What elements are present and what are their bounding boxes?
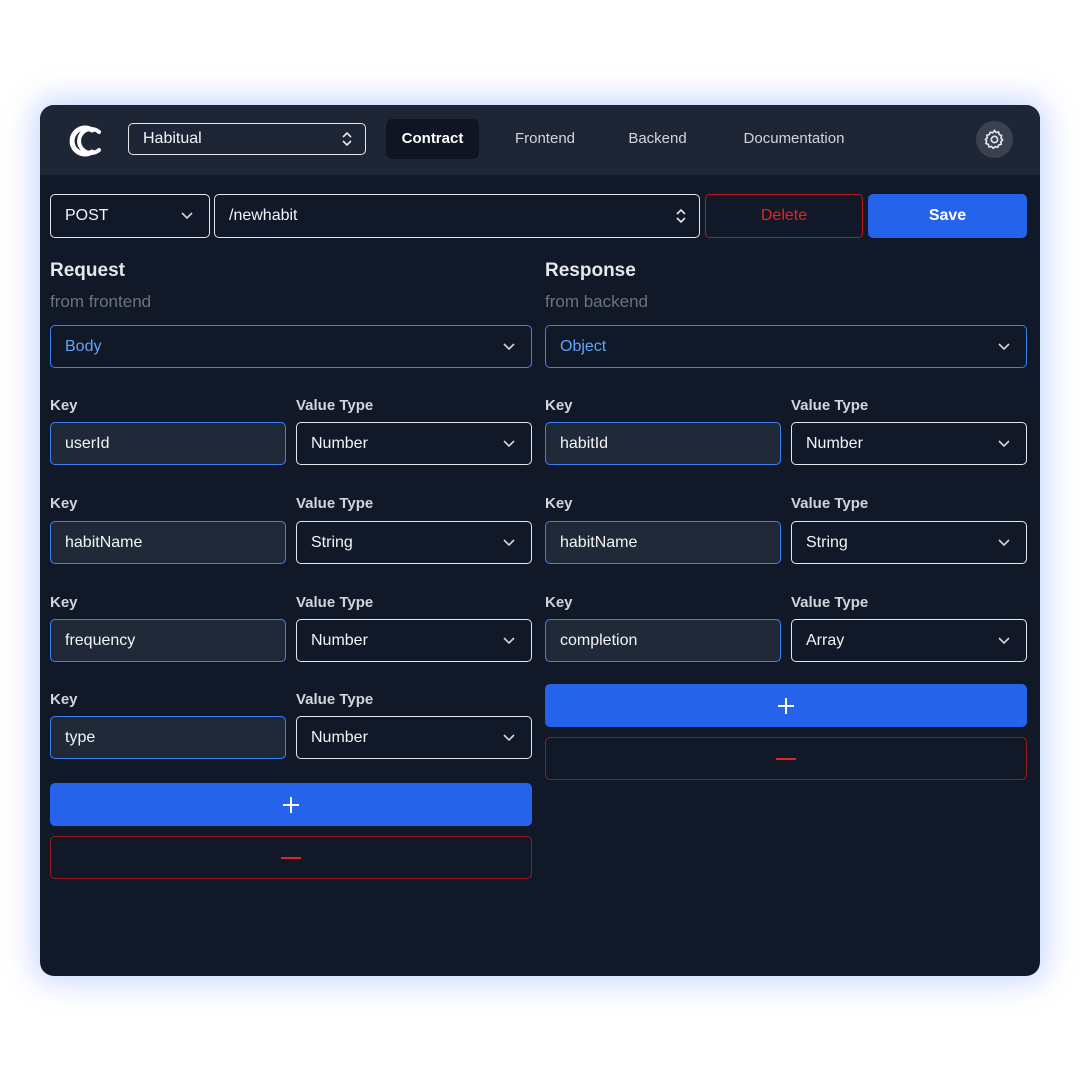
app-window: Habitual Contract Frontend Backend Docum… <box>40 105 1040 976</box>
tab-frontend[interactable]: Frontend <box>495 119 595 159</box>
request-key-input[interactable]: habitName <box>50 521 286 564</box>
request-type-label: Value Type <box>296 594 374 611</box>
response-type-label: Value Type <box>791 594 869 611</box>
request-key-label: Key <box>50 495 78 512</box>
request-key-label: Key <box>50 594 78 611</box>
endpoint-path-value: /newhabit <box>229 207 298 224</box>
tab-documentation[interactable]: Documentation <box>724 119 864 159</box>
chevron-down-icon <box>998 439 1010 447</box>
settings-button[interactable] <box>976 121 1013 158</box>
request-location-value: Body <box>65 338 102 355</box>
endpoint-path-select[interactable]: /newhabit <box>214 194 700 238</box>
request-key-input[interactable]: frequency <box>50 619 286 662</box>
request-type-value: Number <box>311 435 368 452</box>
request-subtitle: from frontend <box>50 292 152 311</box>
request-type-label: Value Type <box>296 691 374 708</box>
method-select-value: POST <box>65 207 109 224</box>
response-type-value: Number <box>806 435 863 452</box>
request-type-value: String <box>311 534 353 551</box>
response-location-select[interactable]: Object <box>545 325 1027 368</box>
request-key-input[interactable]: userId <box>50 422 286 465</box>
response-location-value: Object <box>560 338 607 355</box>
gear-icon <box>984 129 1004 150</box>
response-key-input[interactable]: habitName <box>545 521 781 564</box>
request-type-label: Value Type <box>296 495 374 512</box>
response-remove-field-button[interactable] <box>545 737 1027 780</box>
response-type-select[interactable]: Number <box>791 422 1027 465</box>
chevron-down-icon <box>503 636 515 644</box>
response-type-value: String <box>806 534 848 551</box>
method-select[interactable]: POST <box>50 194 210 238</box>
request-key-value: frequency <box>65 632 136 649</box>
response-type-label: Value Type <box>791 397 869 414</box>
response-type-label: Value Type <box>791 495 869 512</box>
request-key-value: habitName <box>65 534 143 551</box>
request-type-value: Number <box>311 729 368 746</box>
request-type-select[interactable]: Number <box>296 619 532 662</box>
response-key-value: habitName <box>560 534 638 551</box>
response-key-value: habitId <box>560 435 609 452</box>
request-type-label: Value Type <box>296 397 374 414</box>
plus-icon <box>778 697 794 714</box>
request-key-label: Key <box>50 397 78 414</box>
project-select-value: Habitual <box>143 130 202 147</box>
response-type-select[interactable]: String <box>791 521 1027 564</box>
updown-chevron-icon <box>342 131 352 147</box>
response-title: Response <box>545 260 636 281</box>
tab-contract[interactable]: Contract <box>386 119 479 159</box>
chevron-down-icon <box>181 212 193 220</box>
minus-icon <box>776 757 796 760</box>
request-key-value: userId <box>65 435 110 452</box>
chevron-down-icon <box>998 538 1010 546</box>
request-type-select[interactable]: String <box>296 521 532 564</box>
request-key-input[interactable]: type <box>50 716 286 759</box>
chevron-down-icon <box>503 733 515 741</box>
request-type-select[interactable]: Number <box>296 422 532 465</box>
request-add-field-button[interactable] <box>50 783 532 826</box>
app-logo-icon <box>69 125 101 157</box>
save-button[interactable]: Save <box>868 194 1027 238</box>
response-key-input[interactable]: completion <box>545 619 781 662</box>
response-add-field-button[interactable] <box>545 684 1027 727</box>
chevron-down-icon <box>503 538 515 546</box>
chevron-down-icon <box>503 439 515 447</box>
request-remove-field-button[interactable] <box>50 836 532 879</box>
project-select[interactable]: Habitual <box>128 123 366 155</box>
chevron-down-icon <box>998 636 1010 644</box>
request-title: Request <box>50 260 125 281</box>
delete-button[interactable]: Delete <box>705 194 863 238</box>
response-key-label: Key <box>545 594 573 611</box>
response-key-value: completion <box>560 632 638 649</box>
chevron-down-icon <box>998 342 1010 350</box>
plus-icon <box>283 796 299 813</box>
response-key-label: Key <box>545 495 573 512</box>
response-key-label: Key <box>545 397 573 414</box>
request-key-label: Key <box>50 691 78 708</box>
tab-backend[interactable]: Backend <box>611 119 704 159</box>
top-bar: Habitual Contract Frontend Backend Docum… <box>40 105 1040 175</box>
request-type-value: Number <box>311 632 368 649</box>
response-type-value: Array <box>806 632 845 649</box>
response-type-select[interactable]: Array <box>791 619 1027 662</box>
response-key-input[interactable]: habitId <box>545 422 781 465</box>
chevron-down-icon <box>503 342 515 350</box>
updown-chevron-icon <box>676 208 686 224</box>
request-type-select[interactable]: Number <box>296 716 532 759</box>
response-subtitle: from backend <box>545 292 648 311</box>
request-location-select[interactable]: Body <box>50 325 532 368</box>
request-key-value: type <box>65 729 96 746</box>
minus-icon <box>281 856 301 859</box>
